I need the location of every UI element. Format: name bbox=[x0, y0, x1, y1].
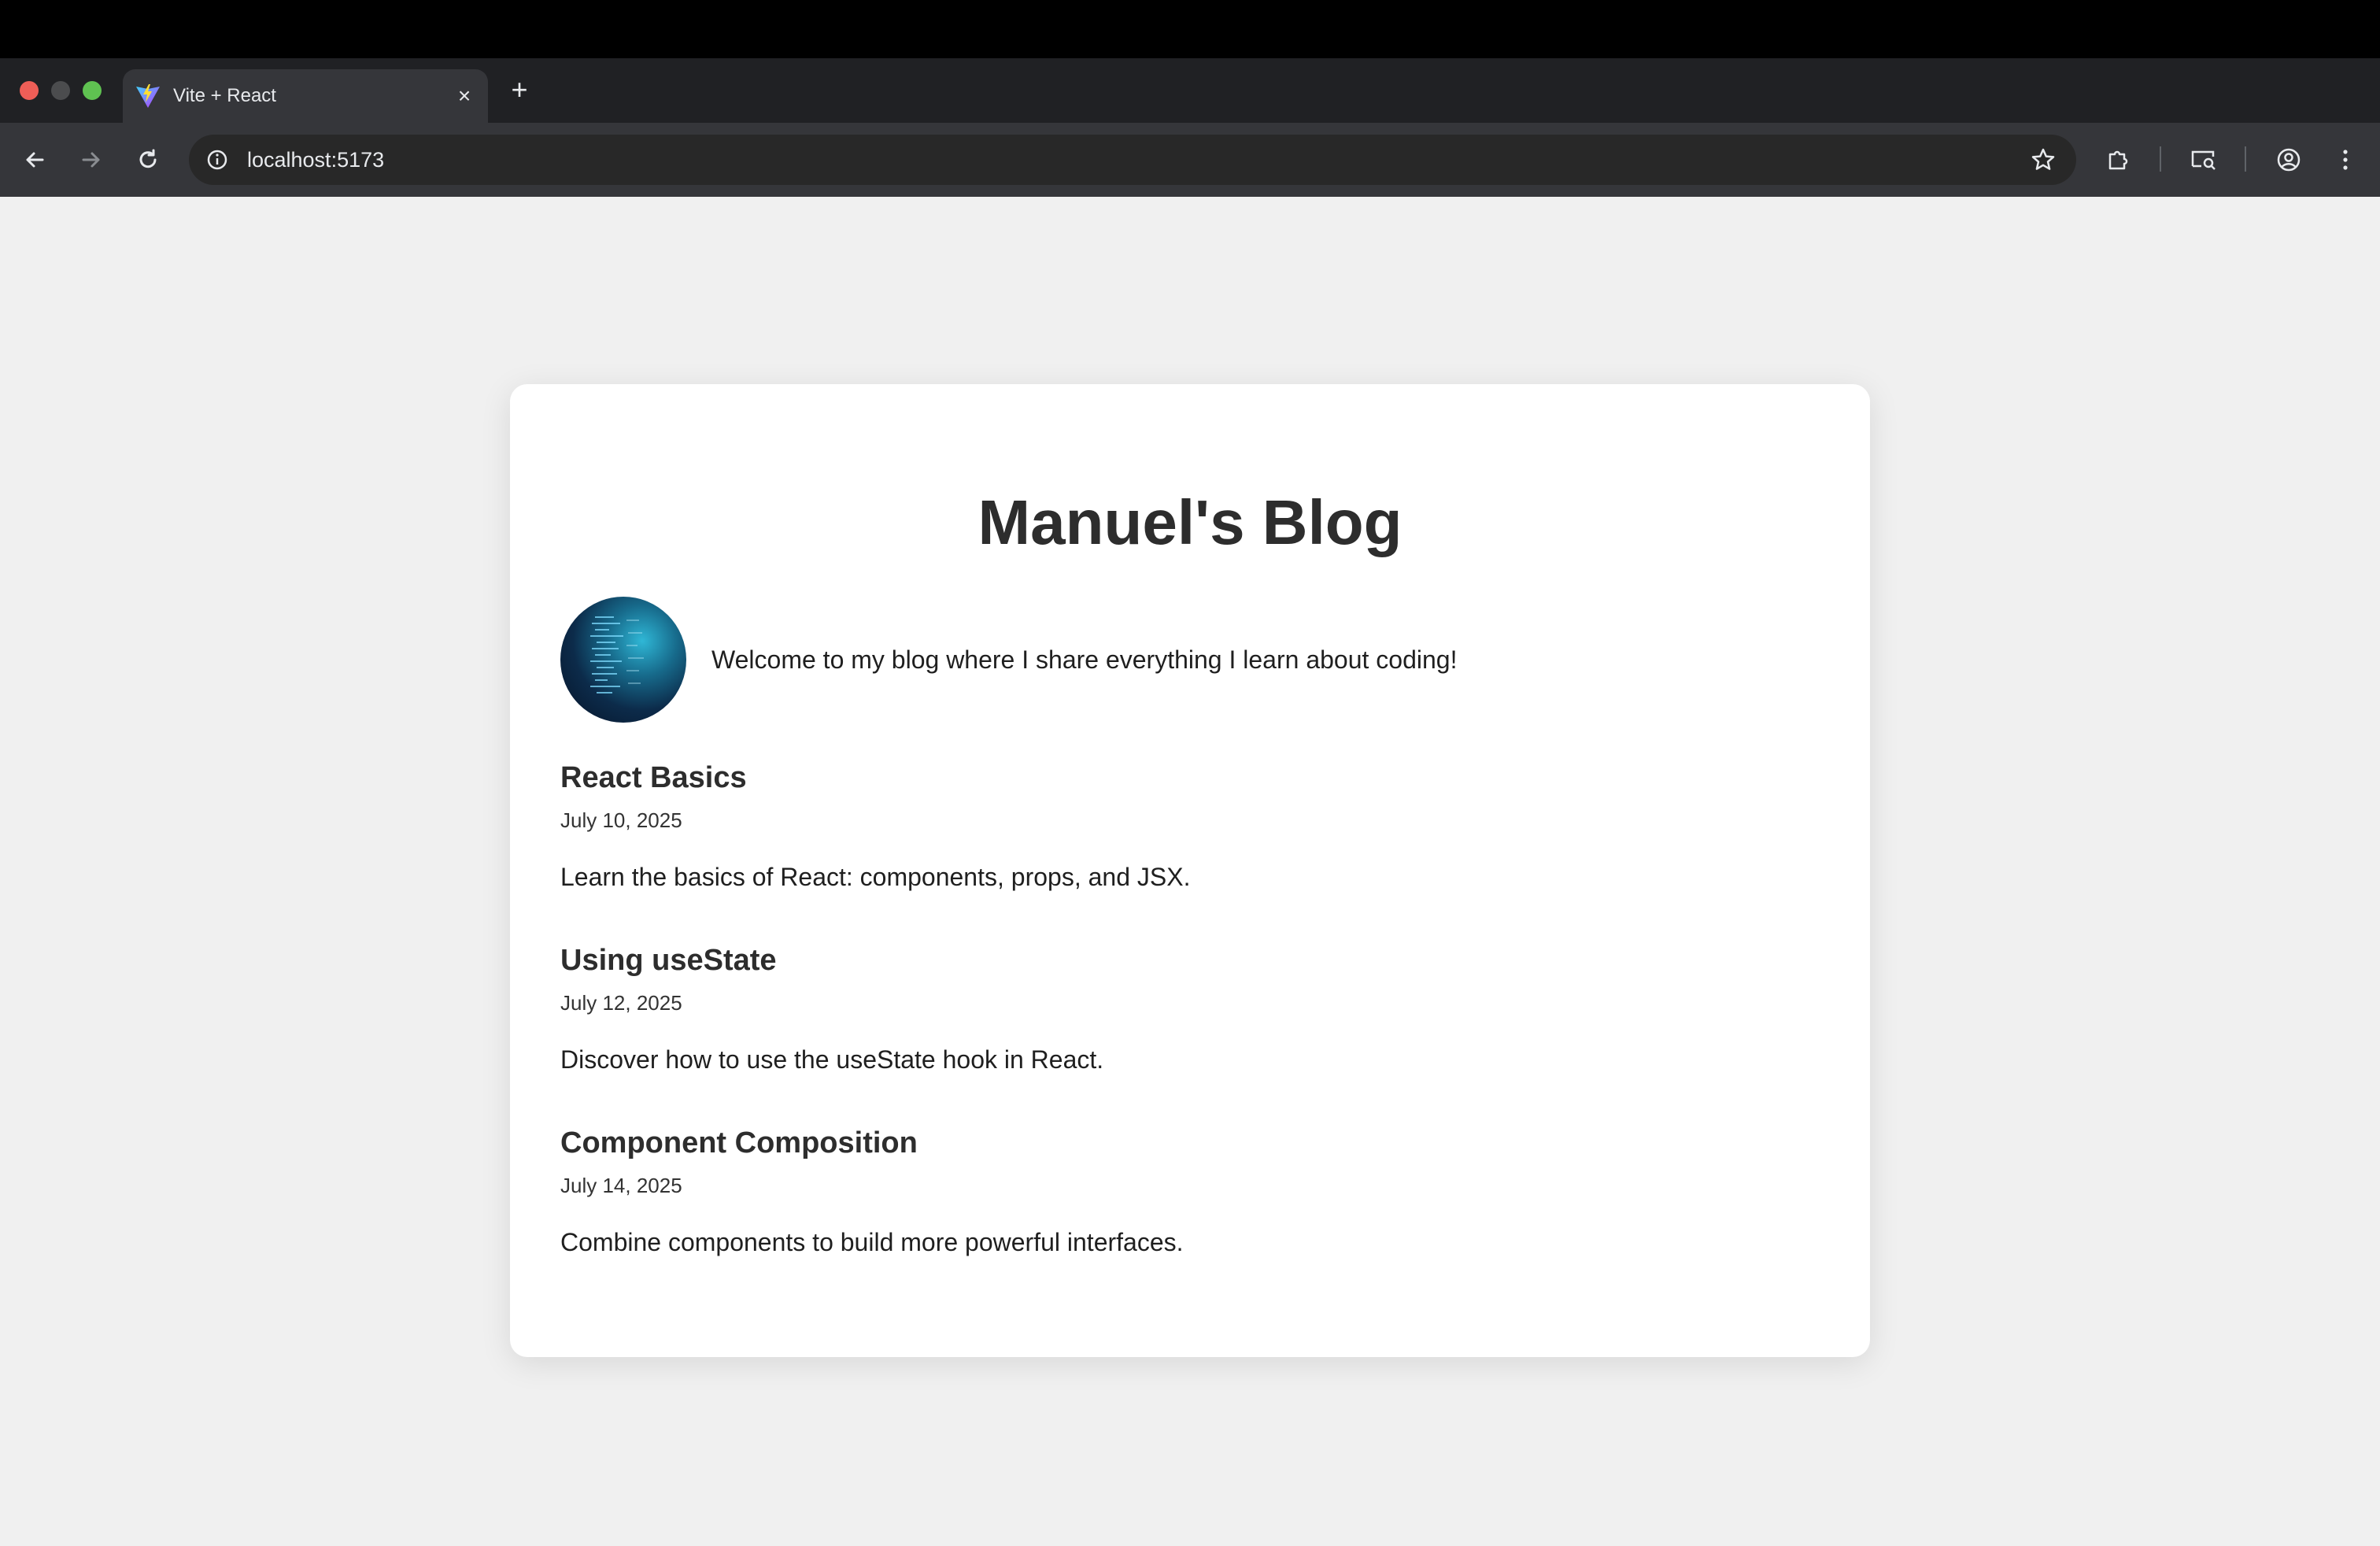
blog-post: Using useState July 12, 2025 Discover ho… bbox=[560, 937, 1820, 1077]
forward-button[interactable] bbox=[72, 141, 110, 179]
reload-button[interactable] bbox=[129, 141, 167, 179]
post-body: Combine components to build more powerfu… bbox=[560, 1228, 1184, 1256]
post-date: July 10, 2025 bbox=[560, 808, 682, 832]
back-arrow-icon bbox=[26, 152, 44, 168]
blog-post: React Basics July 10, 2025 Learn the bas… bbox=[560, 754, 1820, 894]
toolbar-separator bbox=[2245, 146, 2246, 172]
post-title: React Basics bbox=[560, 761, 747, 794]
menu-dots-icon bbox=[2343, 150, 2348, 170]
window-minimize-button[interactable] bbox=[51, 81, 70, 100]
window-zoom-button[interactable] bbox=[83, 81, 102, 100]
screen-top-bar bbox=[0, 0, 2380, 58]
blog-post: Component Composition July 14, 2025 Comb… bbox=[560, 1119, 1820, 1259]
intro-text: Welcome to my blog where I share everyth… bbox=[711, 645, 1458, 674]
post-date: July 14, 2025 bbox=[560, 1174, 682, 1197]
profile-button[interactable] bbox=[2270, 141, 2308, 179]
avatar bbox=[560, 597, 686, 723]
cast-search-button[interactable] bbox=[2185, 141, 2223, 179]
vite-logo-icon bbox=[136, 84, 160, 108]
forward-arrow-icon bbox=[82, 152, 100, 168]
toolbar-separator bbox=[2160, 146, 2161, 172]
tab-title: Vite + React bbox=[173, 85, 276, 106]
page-title: Manuel's Blog bbox=[978, 487, 1402, 557]
tab-close-icon[interactable]: × bbox=[452, 83, 477, 109]
post-title: Component Composition bbox=[560, 1126, 918, 1160]
url-text[interactable]: localhost:5173 bbox=[247, 135, 384, 185]
code-screen-image bbox=[590, 616, 644, 693]
new-tab-button[interactable]: + bbox=[504, 74, 535, 105]
site-info-icon[interactable] bbox=[203, 146, 231, 174]
post-date: July 12, 2025 bbox=[560, 991, 682, 1015]
extensions-icon bbox=[2108, 150, 2128, 170]
post-title: Using useState bbox=[560, 944, 777, 977]
post-body: Learn the basics of React: components, p… bbox=[560, 863, 1191, 891]
reload-icon bbox=[139, 149, 157, 168]
back-button[interactable] bbox=[16, 141, 54, 179]
blog-card: Manuel's Blog Welcome to my blog where I… bbox=[510, 384, 1870, 1357]
extensions-button[interactable] bbox=[2100, 141, 2138, 179]
cast-search-icon bbox=[2191, 150, 2216, 170]
profile-icon bbox=[2277, 148, 2301, 172]
window-close-button[interactable] bbox=[20, 81, 39, 100]
bookmark-star-icon[interactable] bbox=[2029, 146, 2057, 174]
address-bar[interactable]: localhost:5173 bbox=[189, 135, 2076, 185]
menu-button[interactable] bbox=[2326, 141, 2364, 179]
post-body: Discover how to use the useState hook in… bbox=[560, 1045, 1104, 1074]
browser-tab[interactable]: Vite + React × bbox=[123, 69, 488, 123]
